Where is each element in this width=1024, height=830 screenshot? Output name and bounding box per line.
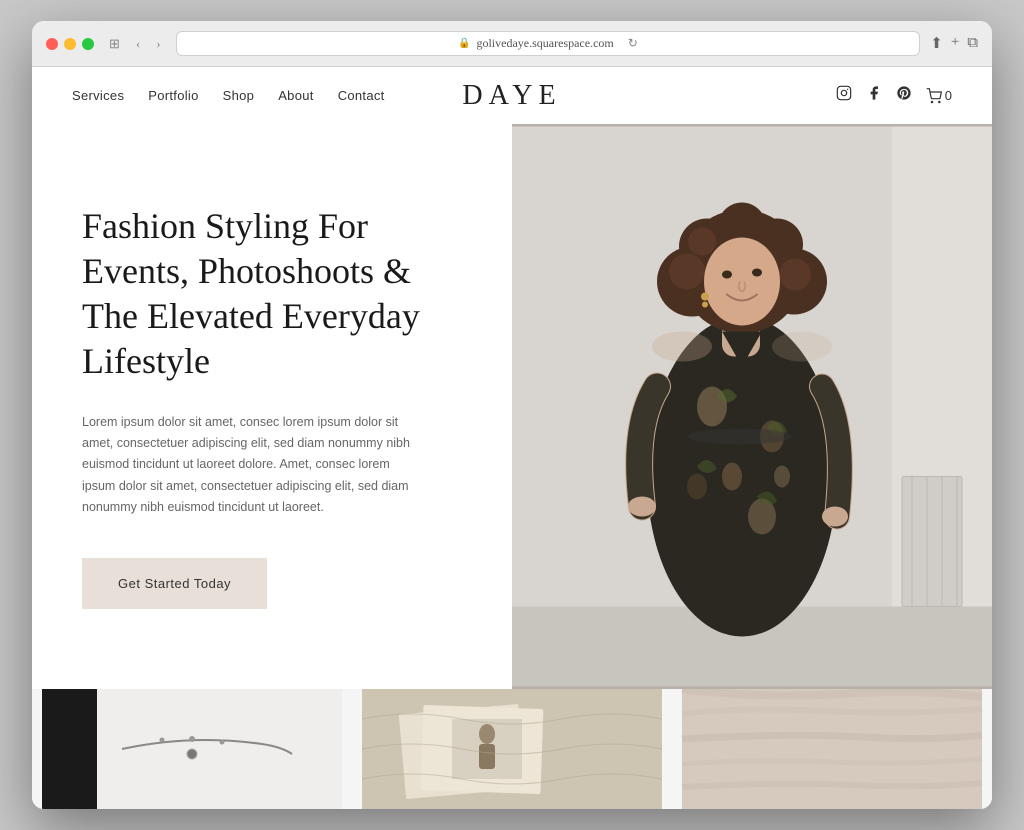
url-text: golivedaye.squarespace.com [476, 36, 613, 51]
sidebar-toggle-button[interactable]: ⊞ [104, 34, 125, 54]
minimize-button[interactable] [64, 38, 76, 50]
gallery-section [32, 689, 992, 809]
necklace-photo [32, 689, 352, 809]
hero-description: Lorem ipsum dolor sit amet, consec lorem… [82, 412, 422, 518]
hero-content: Fashion Styling For Events, Photoshoots … [32, 124, 512, 689]
hero-image [512, 124, 992, 689]
pinterest-icon[interactable] [896, 85, 912, 106]
instagram-icon[interactable] [836, 85, 852, 106]
site-logo[interactable]: DAYE [462, 80, 561, 112]
hero-title: Fashion Styling For Events, Photoshoots … [82, 204, 472, 384]
back-button[interactable]: ‹ [131, 34, 145, 54]
tabs-button[interactable]: ⧉ [967, 34, 978, 53]
nav-shop[interactable]: Shop [223, 88, 255, 103]
website-content: Services Portfolio Shop About Contact DA… [32, 67, 992, 809]
traffic-lights [46, 38, 94, 50]
new-tab-button[interactable]: + [951, 34, 959, 53]
nav-services[interactable]: Services [72, 88, 124, 103]
texture-photo [672, 689, 992, 809]
browser-actions: ⬆ + ⧉ [930, 34, 978, 53]
gallery-item-2 [352, 689, 672, 809]
nav-contact[interactable]: Contact [338, 88, 385, 103]
browser-chrome: ⊞ ‹ › 🔒 golivedaye.squarespace.com ↻ ⬆ +… [32, 21, 992, 67]
share-button[interactable]: ⬆ [930, 34, 943, 53]
nav-portfolio[interactable]: Portfolio [148, 88, 198, 103]
cart-count: 0 [945, 88, 952, 103]
nav-links: Services Portfolio Shop About Contact [72, 88, 385, 103]
cta-button[interactable]: Get Started Today [82, 558, 267, 609]
gallery-item-1 [32, 689, 352, 809]
nav-right: 0 [836, 85, 952, 106]
hero-photo [512, 124, 992, 689]
lock-icon: 🔒 [458, 38, 470, 49]
gallery-item-3 [672, 689, 992, 809]
reload-button[interactable]: ↻ [628, 36, 638, 51]
fashion-photos [352, 689, 672, 809]
cart-button[interactable]: 0 [926, 88, 952, 104]
nav-about[interactable]: About [278, 88, 313, 103]
facebook-icon[interactable] [866, 85, 882, 106]
navigation: Services Portfolio Shop About Contact DA… [32, 67, 992, 124]
forward-button[interactable]: › [151, 34, 165, 54]
close-button[interactable] [46, 38, 58, 50]
address-bar[interactable]: 🔒 golivedaye.squarespace.com ↻ [176, 31, 921, 56]
hero-section: Fashion Styling For Events, Photoshoots … [32, 124, 992, 689]
maximize-button[interactable] [82, 38, 94, 50]
browser-controls: ⊞ ‹ › [104, 34, 166, 54]
browser-window: ⊞ ‹ › 🔒 golivedaye.squarespace.com ↻ ⬆ +… [32, 21, 992, 809]
